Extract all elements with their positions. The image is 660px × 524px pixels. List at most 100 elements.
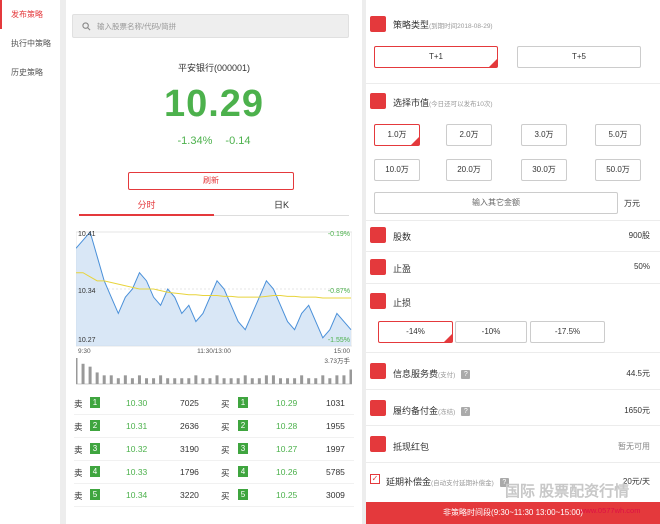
selected-check-icon [489, 59, 497, 67]
chart-tabs: 分时 日K [79, 196, 349, 216]
market-value-option[interactable]: 30.0万 [521, 159, 567, 181]
bar-chart-icon [370, 227, 386, 243]
market-value-section: 选择市值(今日还可以发布10次) [366, 92, 660, 112]
refresh-button[interactable]: 刷新 [128, 172, 294, 190]
volume-bar [81, 363, 85, 384]
buy-level-badge: 2 [238, 420, 248, 431]
strategy-option-t5[interactable]: T+5 [517, 46, 641, 68]
stop-loss-option-1[interactable]: -14% [378, 321, 453, 343]
selected-check-icon [444, 334, 452, 342]
strategy-type-icon [370, 16, 386, 32]
volume-bar [130, 378, 134, 384]
y-tick-right: -1.55% [328, 337, 350, 344]
buy-volume: 1031 [326, 398, 345, 408]
market-value-option[interactable]: 20.0万 [446, 159, 492, 181]
deferred-checkbox[interactable]: ✓ [370, 474, 380, 484]
volume-bar [328, 378, 332, 384]
order-book-row: 卖 1 10.30 7025 买 1 10.29 1031 [74, 392, 354, 415]
tab-intraday[interactable]: 分时 [79, 196, 214, 216]
volume-bar [278, 378, 282, 384]
help-icon[interactable]: ? [461, 370, 471, 380]
volume-bar [286, 378, 290, 384]
volume-bar [159, 375, 163, 384]
deposit-note: (冻结) [438, 409, 456, 416]
volume-label: 3.73万手 [324, 356, 350, 365]
market-value-option[interactable]: 5.0万 [595, 124, 641, 146]
shares-label: 股数 [393, 232, 412, 242]
tab-daily-k[interactable]: 日K [214, 196, 349, 216]
stop-loss-option-3[interactable]: -17.5% [530, 321, 605, 343]
volume-bar [229, 378, 233, 384]
stop-loss-row: 止损 [366, 290, 660, 312]
deposit-label: 履约备付金 [393, 406, 439, 416]
strategy-type-note: (到期时间2018-08-29) [429, 23, 493, 30]
market-value-option[interactable]: 50.0万 [595, 159, 641, 181]
volume-bar [123, 375, 127, 384]
strategy-type-label: 策略类型 [393, 20, 430, 30]
buy-level-badge: 3 [238, 443, 248, 454]
buy-volume: 5785 [326, 467, 345, 477]
custom-amount-input[interactable]: 输入其它金额 [374, 192, 618, 214]
market-value-option-label: 2.0万 [459, 130, 479, 139]
service-fee-label: 信息服务费 [393, 369, 439, 379]
volume-bar [243, 375, 247, 384]
take-profit-value: 50% [633, 262, 650, 271]
divider [366, 389, 660, 390]
volume-bar [335, 375, 339, 384]
sidebar-item-publish[interactable]: 发布策略 [0, 0, 60, 29]
stock-panel: 输入股票名称/代码/简拼 平安银行(000001) 10.29 -1.34% -… [66, 0, 362, 524]
volume-bar [222, 378, 226, 384]
market-value-option[interactable]: 2.0万 [446, 124, 492, 146]
red-packet-label: 抵现红包 [393, 442, 430, 452]
stop-loss-label: 止损 [393, 298, 412, 308]
stop-loss-option-label: -14% [406, 327, 425, 336]
volume-bar [271, 375, 275, 384]
strategy-option-t1[interactable]: T+1 [374, 46, 498, 68]
service-fee-note: (支付) [438, 372, 456, 379]
order-book-row: 卖 2 10.31 2636 买 2 10.28 1955 [74, 415, 354, 438]
buy-volume: 3009 [326, 490, 345, 500]
market-value-option[interactable]: 1.0万 [374, 124, 420, 146]
watermark-url: www.0577wh.com [580, 506, 641, 515]
stop-loss-option-2[interactable]: -10% [455, 321, 527, 343]
change-amount: -0.14 [225, 135, 251, 147]
divider [366, 83, 660, 84]
shares-row: 股数 900股 [366, 222, 660, 248]
market-value-option[interactable]: 3.0万 [521, 124, 567, 146]
volume-bar [180, 378, 184, 384]
sidebar-item-history[interactable]: 历史策略 [0, 58, 60, 87]
volume-bar [293, 378, 297, 384]
market-value-option-label: 20.0万 [457, 165, 481, 174]
strategy-type-title: 策略类型(到期时间2018-08-29) [393, 18, 493, 31]
search-icon [82, 22, 91, 31]
order-book-row: 卖 3 10.32 3190 买 3 10.27 1997 [74, 438, 354, 461]
sell-price: 10.31 [126, 421, 148, 431]
volume-bar [102, 375, 106, 384]
y-tick-left: 10.34 [78, 288, 96, 295]
red-packet-icon [370, 436, 386, 452]
search-input[interactable]: 输入股票名称/代码/简拼 [72, 14, 349, 38]
buy-label: 买 [221, 445, 230, 455]
help-icon[interactable]: ? [461, 407, 471, 417]
sell-price: 10.32 [126, 444, 148, 454]
divider [366, 425, 660, 426]
sell-price: 10.33 [126, 467, 148, 477]
stock-name: 平安银行(000001) [177, 63, 251, 73]
buy-label: 买 [221, 491, 230, 501]
market-value-option-label: 10.0万 [385, 165, 409, 174]
market-value-option-label: 5.0万 [608, 130, 628, 139]
sell-volume: 3190 [180, 444, 199, 454]
volume-bar [76, 358, 78, 384]
divider [366, 251, 660, 252]
y-tick-left: 10.27 [78, 337, 96, 344]
volume-bar [187, 378, 191, 384]
market-value-option[interactable]: 10.0万 [374, 159, 420, 181]
buy-price: 10.25 [276, 490, 298, 500]
sell-label: 卖 [74, 491, 83, 501]
divider [366, 283, 660, 284]
sidebar-item-executing[interactable]: 执行中策略 [0, 29, 60, 58]
volume-bar [307, 378, 311, 384]
y-tick-right: -0.87% [328, 288, 350, 295]
take-profit-label: 止盈 [393, 264, 412, 274]
sell-label: 卖 [74, 422, 83, 432]
